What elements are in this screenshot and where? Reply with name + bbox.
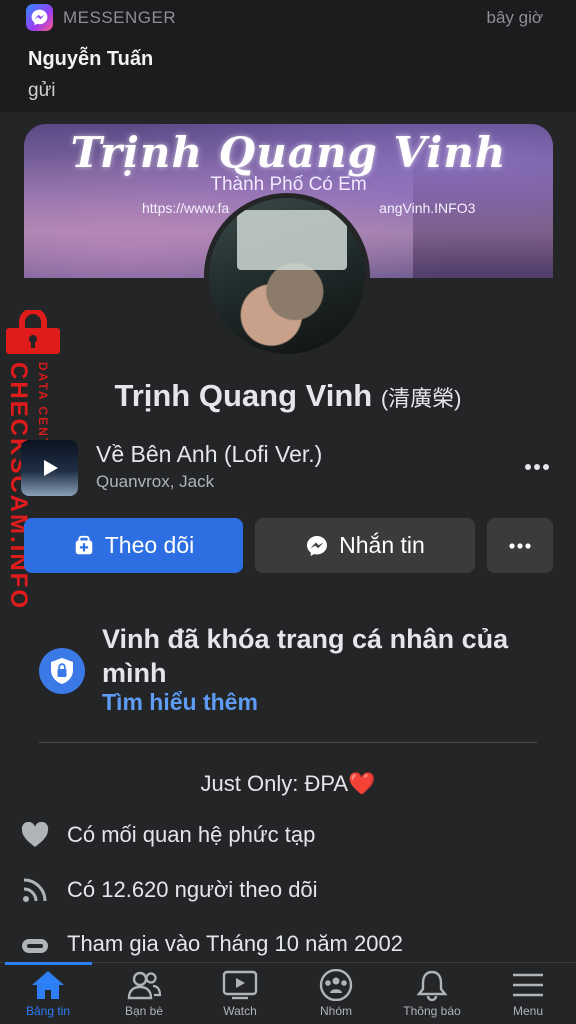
lock-icon — [6, 310, 60, 354]
watch-icon — [222, 970, 258, 1000]
learn-more-link[interactable]: Tìm hiểu thêm — [102, 689, 258, 716]
music-thumbnail[interactable] — [21, 440, 78, 496]
intro-text: Có 12.620 người theo dõi — [67, 877, 318, 902]
tab-groups[interactable]: Nhóm — [288, 969, 384, 1018]
bell-icon — [416, 970, 448, 1001]
tab-menu[interactable]: Menu — [480, 969, 576, 1018]
profile-avatar[interactable] — [204, 193, 370, 359]
music-artist: Quanvrox, Jack — [96, 472, 215, 491]
notification-app: MESSENGER — [26, 4, 176, 31]
profile-alt-name: (清廣榮) — [380, 386, 462, 411]
profile-name: Trịnh Quang Vinh (清廣榮) — [0, 378, 576, 414]
tab-notifications[interactable]: Thông báo — [384, 969, 480, 1018]
intro-item-joined: Tham gia vào Tháng 10 năm 2002 — [20, 931, 403, 961]
play-icon — [43, 460, 58, 476]
active-tab-indicator — [5, 962, 92, 965]
intro-text: Có mối quan hệ phức tạp — [67, 822, 316, 847]
more-actions-button[interactable] — [487, 518, 553, 573]
bio-text: Just Only: ĐPA — [200, 771, 349, 796]
profile-bio: Just Only: ĐPA❤️ — [0, 771, 576, 797]
shield-lock-icon — [39, 648, 85, 694]
home-icon — [32, 971, 64, 999]
bottom-tab-bar: Bảng tin Bạn bè Watch Nhóm Thông báo Men… — [0, 962, 576, 1024]
cover-url-part-2: angVinh.INFO3 — [379, 200, 476, 216]
tab-watch[interactable]: Watch — [192, 969, 288, 1018]
follow-icon — [75, 535, 92, 554]
intro-item-followers: Có 12.620 người theo dõi — [20, 875, 318, 905]
message-button[interactable]: Nhắn tin — [255, 518, 475, 573]
more-icon — [509, 542, 531, 549]
friends-icon — [127, 971, 162, 1000]
intro-item-relationship: Có mối quan hệ phức tạp — [20, 820, 315, 850]
follow-button-label: Theo dõi — [104, 532, 195, 558]
notification-message: gửi — [28, 80, 56, 101]
joined-icon — [20, 931, 50, 961]
notification-app-name: MESSENGER — [63, 7, 177, 27]
tab-friends[interactable]: Bạn bè — [96, 969, 192, 1018]
notification-banner[interactable]: MESSENGER bây giờ Nguyễn Tuấn gửi — [0, 0, 576, 112]
tab-label: Thông báo — [403, 1004, 461, 1018]
notification-time: bây giờ — [486, 8, 543, 27]
follow-button[interactable]: Theo dõi — [24, 518, 243, 573]
tab-label: Bảng tin — [25, 1004, 71, 1018]
heart-icon — [20, 820, 50, 850]
locked-profile-text: Vinh đã khóa trang cá nhân của mình — [102, 624, 509, 688]
groups-icon — [319, 969, 353, 1001]
cover-title: Trịnh Quang Vinh — [70, 128, 507, 177]
intro-text: Tham gia vào Tháng 10 năm 2002 — [67, 931, 403, 956]
messenger-icon — [26, 4, 53, 31]
divider — [39, 742, 537, 743]
tab-label: Menu — [512, 1004, 544, 1018]
profile-name-text: Trịnh Quang Vinh — [114, 378, 373, 413]
tab-label: Watch — [223, 1004, 257, 1018]
music-title[interactable]: Về Bên Anh (Lofi Ver.) — [96, 441, 322, 468]
menu-icon — [513, 973, 543, 997]
bio-emoji: ❤️ — [348, 771, 376, 796]
notification-sender: Nguyễn Tuấn — [28, 48, 154, 70]
rss-icon — [20, 875, 50, 905]
messenger-icon — [307, 535, 328, 556]
more-icon[interactable] — [520, 455, 554, 479]
message-button-label: Nhắn tin — [339, 532, 425, 558]
tab-label: Bạn bè — [124, 1004, 164, 1018]
cover-url-part-1: https://www.fa — [142, 200, 230, 216]
avatar-screen-shape — [237, 210, 347, 270]
tab-home[interactable]: Bảng tin — [0, 969, 96, 1018]
tab-label: Nhóm — [319, 1004, 352, 1018]
